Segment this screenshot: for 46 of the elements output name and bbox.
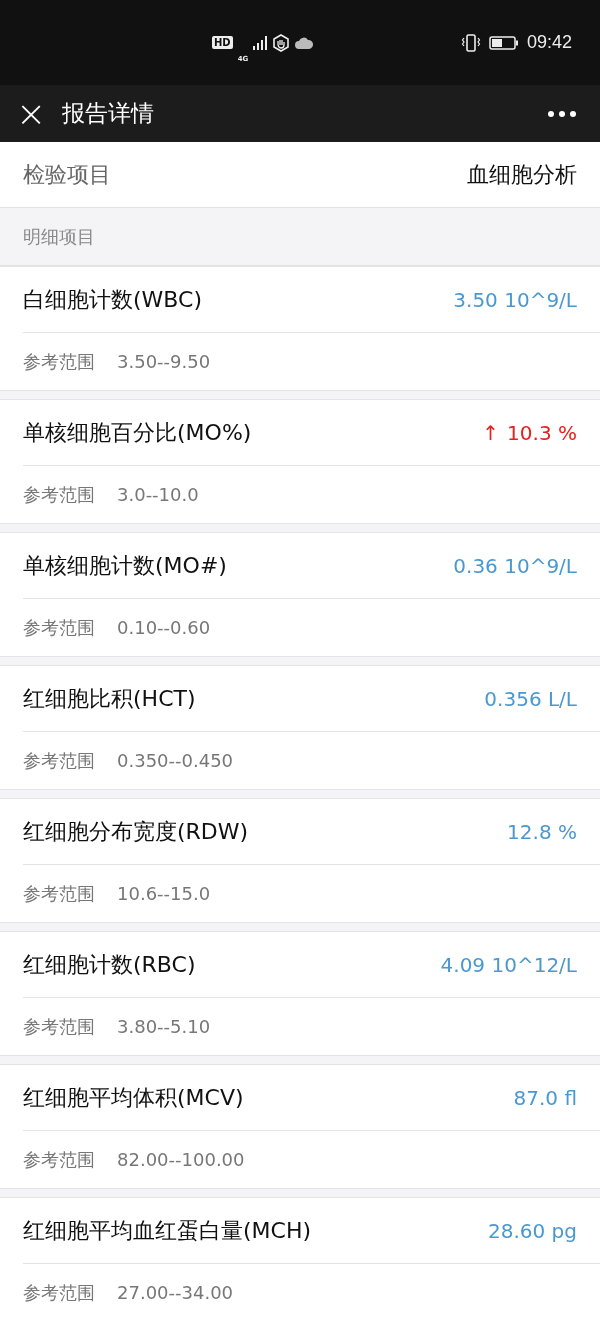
section-title: 明细项目 [23, 224, 95, 249]
reference-label: 参考范围 [23, 349, 95, 374]
test-name: 红细胞比积(HCT) [23, 684, 196, 713]
vibrate-icon [460, 33, 481, 52]
cloud-icon [295, 36, 314, 49]
reference-label: 参考范围 [23, 881, 95, 906]
test-result: 4.09 10^12/L [440, 952, 577, 977]
reference-label: 参考范围 [23, 748, 95, 773]
test-name: 红细胞平均血红蛋白量(MCH) [23, 1216, 312, 1245]
reference-range: 27.00--34.00 [117, 1282, 234, 1303]
reference-label: 参考范围 [23, 615, 95, 640]
reference-range: 3.0--10.0 [117, 484, 199, 505]
signal-icon [253, 35, 268, 50]
arrow-icon: ↑ [482, 420, 500, 445]
test-name: 单核细胞百分比(MO%) [23, 418, 252, 447]
page-title: 报告详情 [62, 99, 155, 128]
reference-label: 参考范围 [23, 1280, 95, 1305]
reference-range: 82.00--100.00 [117, 1149, 245, 1170]
clock-time: 09:42 [526, 32, 572, 53]
test-result: 10.3 % [507, 420, 577, 445]
field-label: 检验项目 [23, 160, 111, 189]
reference-range: 3.80--5.10 [117, 1016, 211, 1037]
test-result: 0.356 L/L [484, 686, 577, 711]
reference-label: 参考范围 [23, 1014, 95, 1039]
test-name: 单核细胞计数(MO#) [23, 551, 227, 580]
test-result: 28.60 pg [488, 1218, 577, 1243]
test-name: 红细胞平均体积(MCV) [23, 1083, 244, 1112]
battery-icon [488, 35, 519, 50]
reference-label: 参考范围 [23, 482, 95, 507]
reference-range: 3.50--9.50 [117, 351, 211, 372]
reference-label: 参考范围 [23, 1147, 95, 1172]
hand-icon [272, 33, 291, 52]
hd-badge: HD [212, 36, 233, 49]
close-button[interactable]: × [16, 95, 46, 132]
more-icon[interactable] [548, 110, 576, 117]
test-result: 3.50 10^9/L [453, 287, 577, 312]
reference-range: 10.6--15.0 [117, 883, 211, 904]
reference-range: 0.10--0.60 [117, 617, 211, 638]
test-name: 红细胞计数(RBC) [23, 950, 196, 979]
test-result: 0.36 10^9/L [453, 553, 577, 578]
test-name: 白细胞计数(WBC) [23, 285, 202, 314]
test-result: 12.8 % [507, 819, 577, 844]
test-name: 红细胞分布宽度(RDW) [23, 817, 249, 846]
test-result: 87.0 fl [513, 1085, 577, 1110]
field-value: 血细胞分析 [467, 160, 577, 189]
reference-range: 0.350--0.450 [117, 750, 234, 771]
